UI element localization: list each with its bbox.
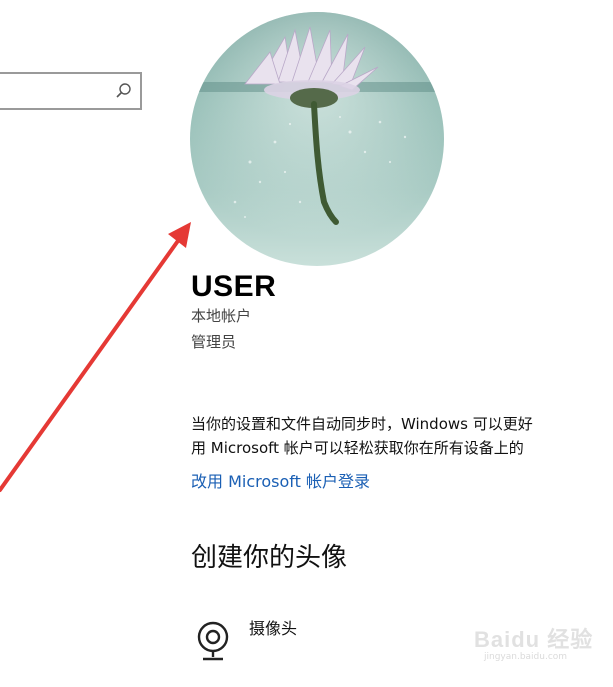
watermark-brand: Baidu 经验 xyxy=(474,627,594,652)
search-box[interactable] xyxy=(0,72,142,110)
user-name: USER xyxy=(191,270,277,303)
search-icon[interactable] xyxy=(114,81,134,101)
webcam-icon xyxy=(193,619,233,665)
sync-info-line-2: 用 Microsoft 帐户可以轻松获取你在所有设备上的 xyxy=(191,439,524,457)
account-type: 本地帐户 xyxy=(191,307,252,325)
user-avatar xyxy=(190,12,444,266)
camera-option-button[interactable]: 摄像头 xyxy=(193,615,333,665)
create-avatar-heading: 创建你的头像 xyxy=(191,543,348,573)
sync-info-line-1: 当你的设置和文件自动同步时，Windows 可以更好 xyxy=(191,415,533,433)
camera-label: 摄像头 xyxy=(249,619,298,638)
sync-info-text: 当你的设置和文件自动同步时，Windows 可以更好 用 Microsoft 帐… xyxy=(191,412,533,460)
baidu-watermark: Baidu 经验 jingyan.baidu.com xyxy=(474,622,594,666)
microsoft-signin-link[interactable]: 改用 Microsoft 帐户登录 xyxy=(191,470,370,494)
watermark-url: jingyan.baidu.com xyxy=(484,652,568,662)
account-role: 管理员 xyxy=(191,333,237,351)
